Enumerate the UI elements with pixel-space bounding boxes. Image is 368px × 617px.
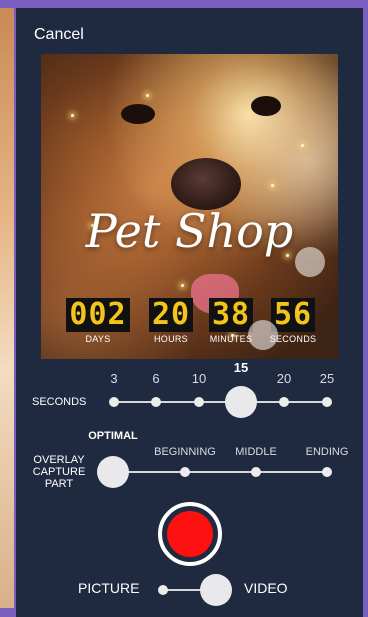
mode-toggle-thumb[interactable] (200, 574, 232, 606)
overlay-capture-stop[interactable] (322, 467, 332, 477)
seconds-option-label: 20 (276, 371, 292, 386)
seconds-slider-stop[interactable] (151, 397, 161, 407)
countdown-timer: 002 DAYS 20 HOURS 38 MINUTES 56 SECONDS (63, 298, 323, 348)
countdown-hours-value: 20 (148, 298, 194, 332)
picture-mode-label[interactable]: PICTURE (78, 580, 139, 596)
record-button[interactable] (158, 502, 222, 566)
countdown-days-value: 002 (66, 298, 130, 332)
overlay-preview: Pet Shop 002 DAYS 20 HOURS 38 MINUTES 56… (41, 54, 338, 359)
seconds-slider-stop[interactable] (194, 397, 204, 407)
capture-panel: Cancel Pet Shop 002 DAYS 20 HOURS 38 MIN… (16, 8, 363, 617)
seconds-slider-thumb[interactable] (225, 386, 257, 418)
dog-nose (171, 158, 241, 210)
cancel-button[interactable]: Cancel (34, 26, 84, 44)
overlay-capture-option-label: ENDING (305, 446, 349, 458)
overlay-capture-option-label: BEGINNING (154, 446, 216, 458)
seconds-option-label: 6 (152, 371, 160, 386)
background-photo-edge (0, 8, 14, 608)
seconds-option-label: 10 (191, 371, 207, 386)
seconds-selected-label: 15 (233, 360, 249, 375)
record-circle-icon (167, 511, 213, 557)
seconds-option-label: 25 (319, 371, 335, 386)
overlay-resize-handle[interactable] (295, 247, 325, 277)
countdown-hours: 20 HOURS (145, 298, 197, 344)
sparkle (71, 114, 74, 117)
overlay-title: Pet Shop (85, 204, 294, 258)
sparkle (181, 284, 184, 287)
sparkle (301, 144, 304, 147)
dog-left-eye (121, 104, 155, 124)
dog-right-eye (251, 96, 281, 116)
seconds-slider-track[interactable] (114, 401, 327, 403)
countdown-days-label: DAYS (85, 334, 111, 344)
seconds-slider-stop[interactable] (322, 397, 332, 407)
overlay-capture-label: OVERLAY CAPTURE PART (32, 454, 86, 490)
overlay-capture-stop[interactable] (180, 467, 190, 477)
overlay-capture-option-label: MIDDLE (235, 446, 277, 458)
countdown-hours-label: HOURS (153, 334, 188, 344)
overlay-move-handle[interactable] (248, 320, 278, 350)
seconds-slider-stop[interactable] (109, 397, 119, 407)
sparkle (146, 94, 149, 97)
overlay-capture-track[interactable] (114, 471, 327, 473)
seconds-option-label: 3 (110, 371, 118, 386)
overlay-capture-selected-label: OPTIMAL (88, 430, 138, 442)
seconds-label: SECONDS (32, 396, 87, 408)
countdown-seconds-value: 56 (270, 298, 316, 332)
overlay-capture-thumb[interactable] (97, 456, 129, 488)
countdown-minutes-value: 38 (208, 298, 254, 332)
video-mode-label[interactable]: VIDEO (244, 580, 288, 596)
countdown-days: 002 DAYS (63, 298, 133, 344)
mode-toggle-stop[interactable] (158, 585, 168, 595)
overlay-capture-stop[interactable] (251, 467, 261, 477)
sparkle (271, 184, 274, 187)
seconds-slider-stop[interactable] (279, 397, 289, 407)
